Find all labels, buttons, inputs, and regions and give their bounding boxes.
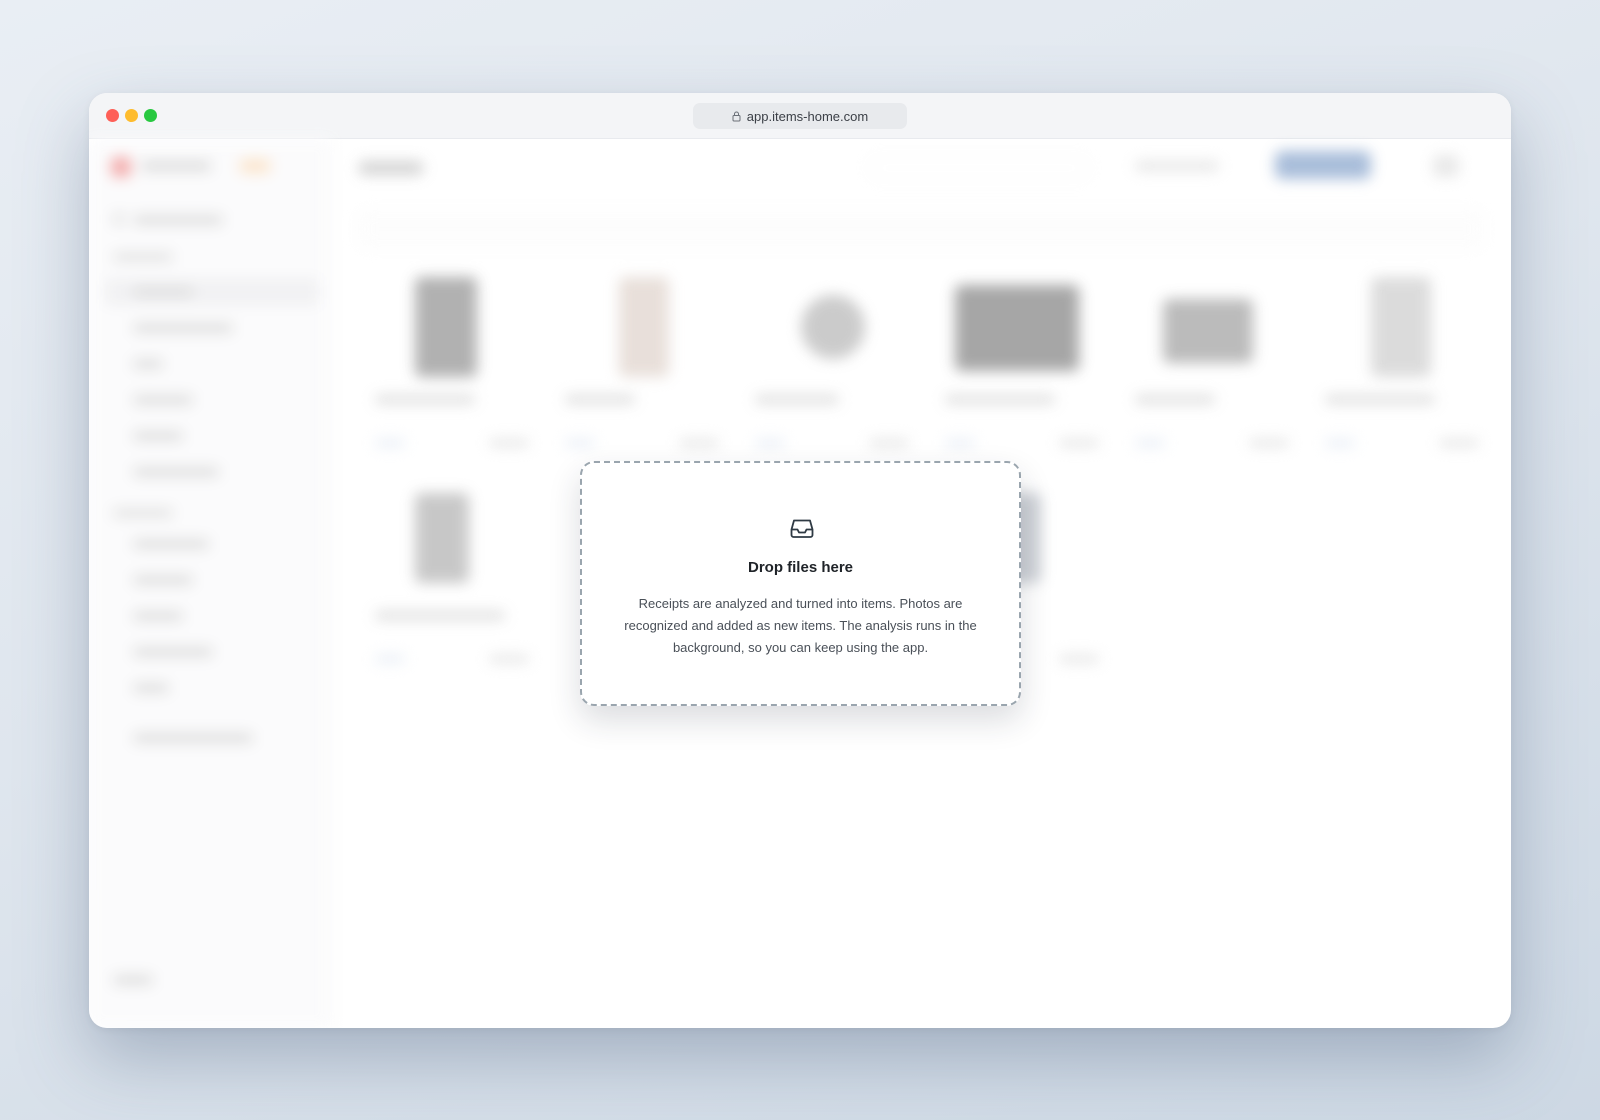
item-tag: [565, 439, 595, 447]
primary-action-button[interactable]: [1275, 151, 1371, 179]
sidebar-footer: [113, 975, 153, 985]
sidebar: [89, 139, 331, 1028]
sidebar-item[interactable]: [133, 287, 193, 297]
item-title: [755, 395, 839, 404]
item-price: [489, 655, 529, 663]
item-card[interactable]: [371, 485, 539, 681]
item-thumbnail: [801, 295, 865, 359]
item-tag: [945, 439, 975, 447]
sidebar-item[interactable]: [133, 733, 253, 743]
item-price: [1439, 439, 1479, 447]
sidebar-item[interactable]: [133, 431, 183, 441]
item-thumbnail: [1371, 277, 1431, 377]
page-title-placeholder: [359, 161, 423, 175]
sidebar-item[interactable]: [133, 611, 183, 621]
minimize-window-button[interactable]: [125, 109, 138, 122]
sidebar-item[interactable]: [133, 467, 219, 477]
item-thumbnail: [619, 277, 669, 377]
item-card[interactable]: [1321, 269, 1489, 465]
item-thumbnail: [415, 493, 469, 583]
plan-badge: [239, 159, 271, 173]
sidebar-item[interactable]: [133, 215, 223, 225]
close-window-button[interactable]: [106, 109, 119, 122]
browser-titlebar: app.items-home.com: [89, 93, 1511, 139]
sidebar-item[interactable]: [133, 359, 163, 369]
item-thumbnail: [955, 285, 1079, 371]
sidebar-item[interactable]: [133, 323, 233, 333]
app-logo: [111, 157, 131, 177]
file-drop-zone[interactable]: Drop files here Receipts are analyzed an…: [580, 461, 1021, 706]
inbox-icon: [790, 519, 814, 538]
item-price: [679, 439, 719, 447]
search-input[interactable]: [869, 157, 1089, 179]
item-tag: [375, 439, 405, 447]
item-price: [1059, 439, 1099, 447]
item-thumbnail: [1163, 299, 1253, 363]
item-title: [565, 395, 635, 404]
sidebar-section-heading: [113, 509, 173, 517]
address-bar[interactable]: app.items-home.com: [693, 103, 907, 129]
toolbar-link[interactable]: [1135, 161, 1219, 171]
drop-zone-description: Receipts are analyzed and turned into it…: [624, 596, 977, 655]
sidebar-item[interactable]: [133, 683, 169, 693]
item-title: [945, 395, 1055, 404]
drop-zone-title: Drop files here: [747, 559, 854, 576]
maximize-window-button[interactable]: [144, 109, 157, 122]
app-name-placeholder: [141, 161, 211, 171]
sidebar-item[interactable]: [133, 395, 193, 405]
sidebar-icon: [113, 213, 125, 225]
item-card[interactable]: [941, 269, 1109, 465]
item-thumbnail: [415, 277, 477, 377]
url-text: app.items-home.com: [746, 108, 869, 124]
filter-bar[interactable]: [359, 211, 1483, 247]
avatar[interactable]: [1433, 155, 1459, 177]
item-price: [869, 439, 909, 447]
sidebar-item[interactable]: [133, 647, 213, 657]
sidebar-item[interactable]: [133, 575, 193, 585]
item-title: [375, 395, 475, 404]
item-tag: [755, 439, 785, 447]
item-card[interactable]: [371, 269, 539, 465]
item-title: [1135, 395, 1215, 404]
item-tag: [1325, 439, 1355, 447]
item-title: [375, 611, 505, 620]
item-price: [489, 439, 529, 447]
item-price: [1059, 655, 1099, 663]
sidebar-section-heading: [113, 253, 173, 261]
item-card[interactable]: [1131, 269, 1299, 465]
item-card[interactable]: [561, 269, 729, 465]
item-title: [1325, 395, 1435, 404]
item-card[interactable]: [751, 269, 919, 465]
item-price: [1249, 439, 1289, 447]
item-tag: [375, 655, 405, 663]
sidebar-item[interactable]: [133, 539, 209, 549]
lock-icon: [732, 111, 741, 121]
item-tag: [1135, 439, 1165, 447]
